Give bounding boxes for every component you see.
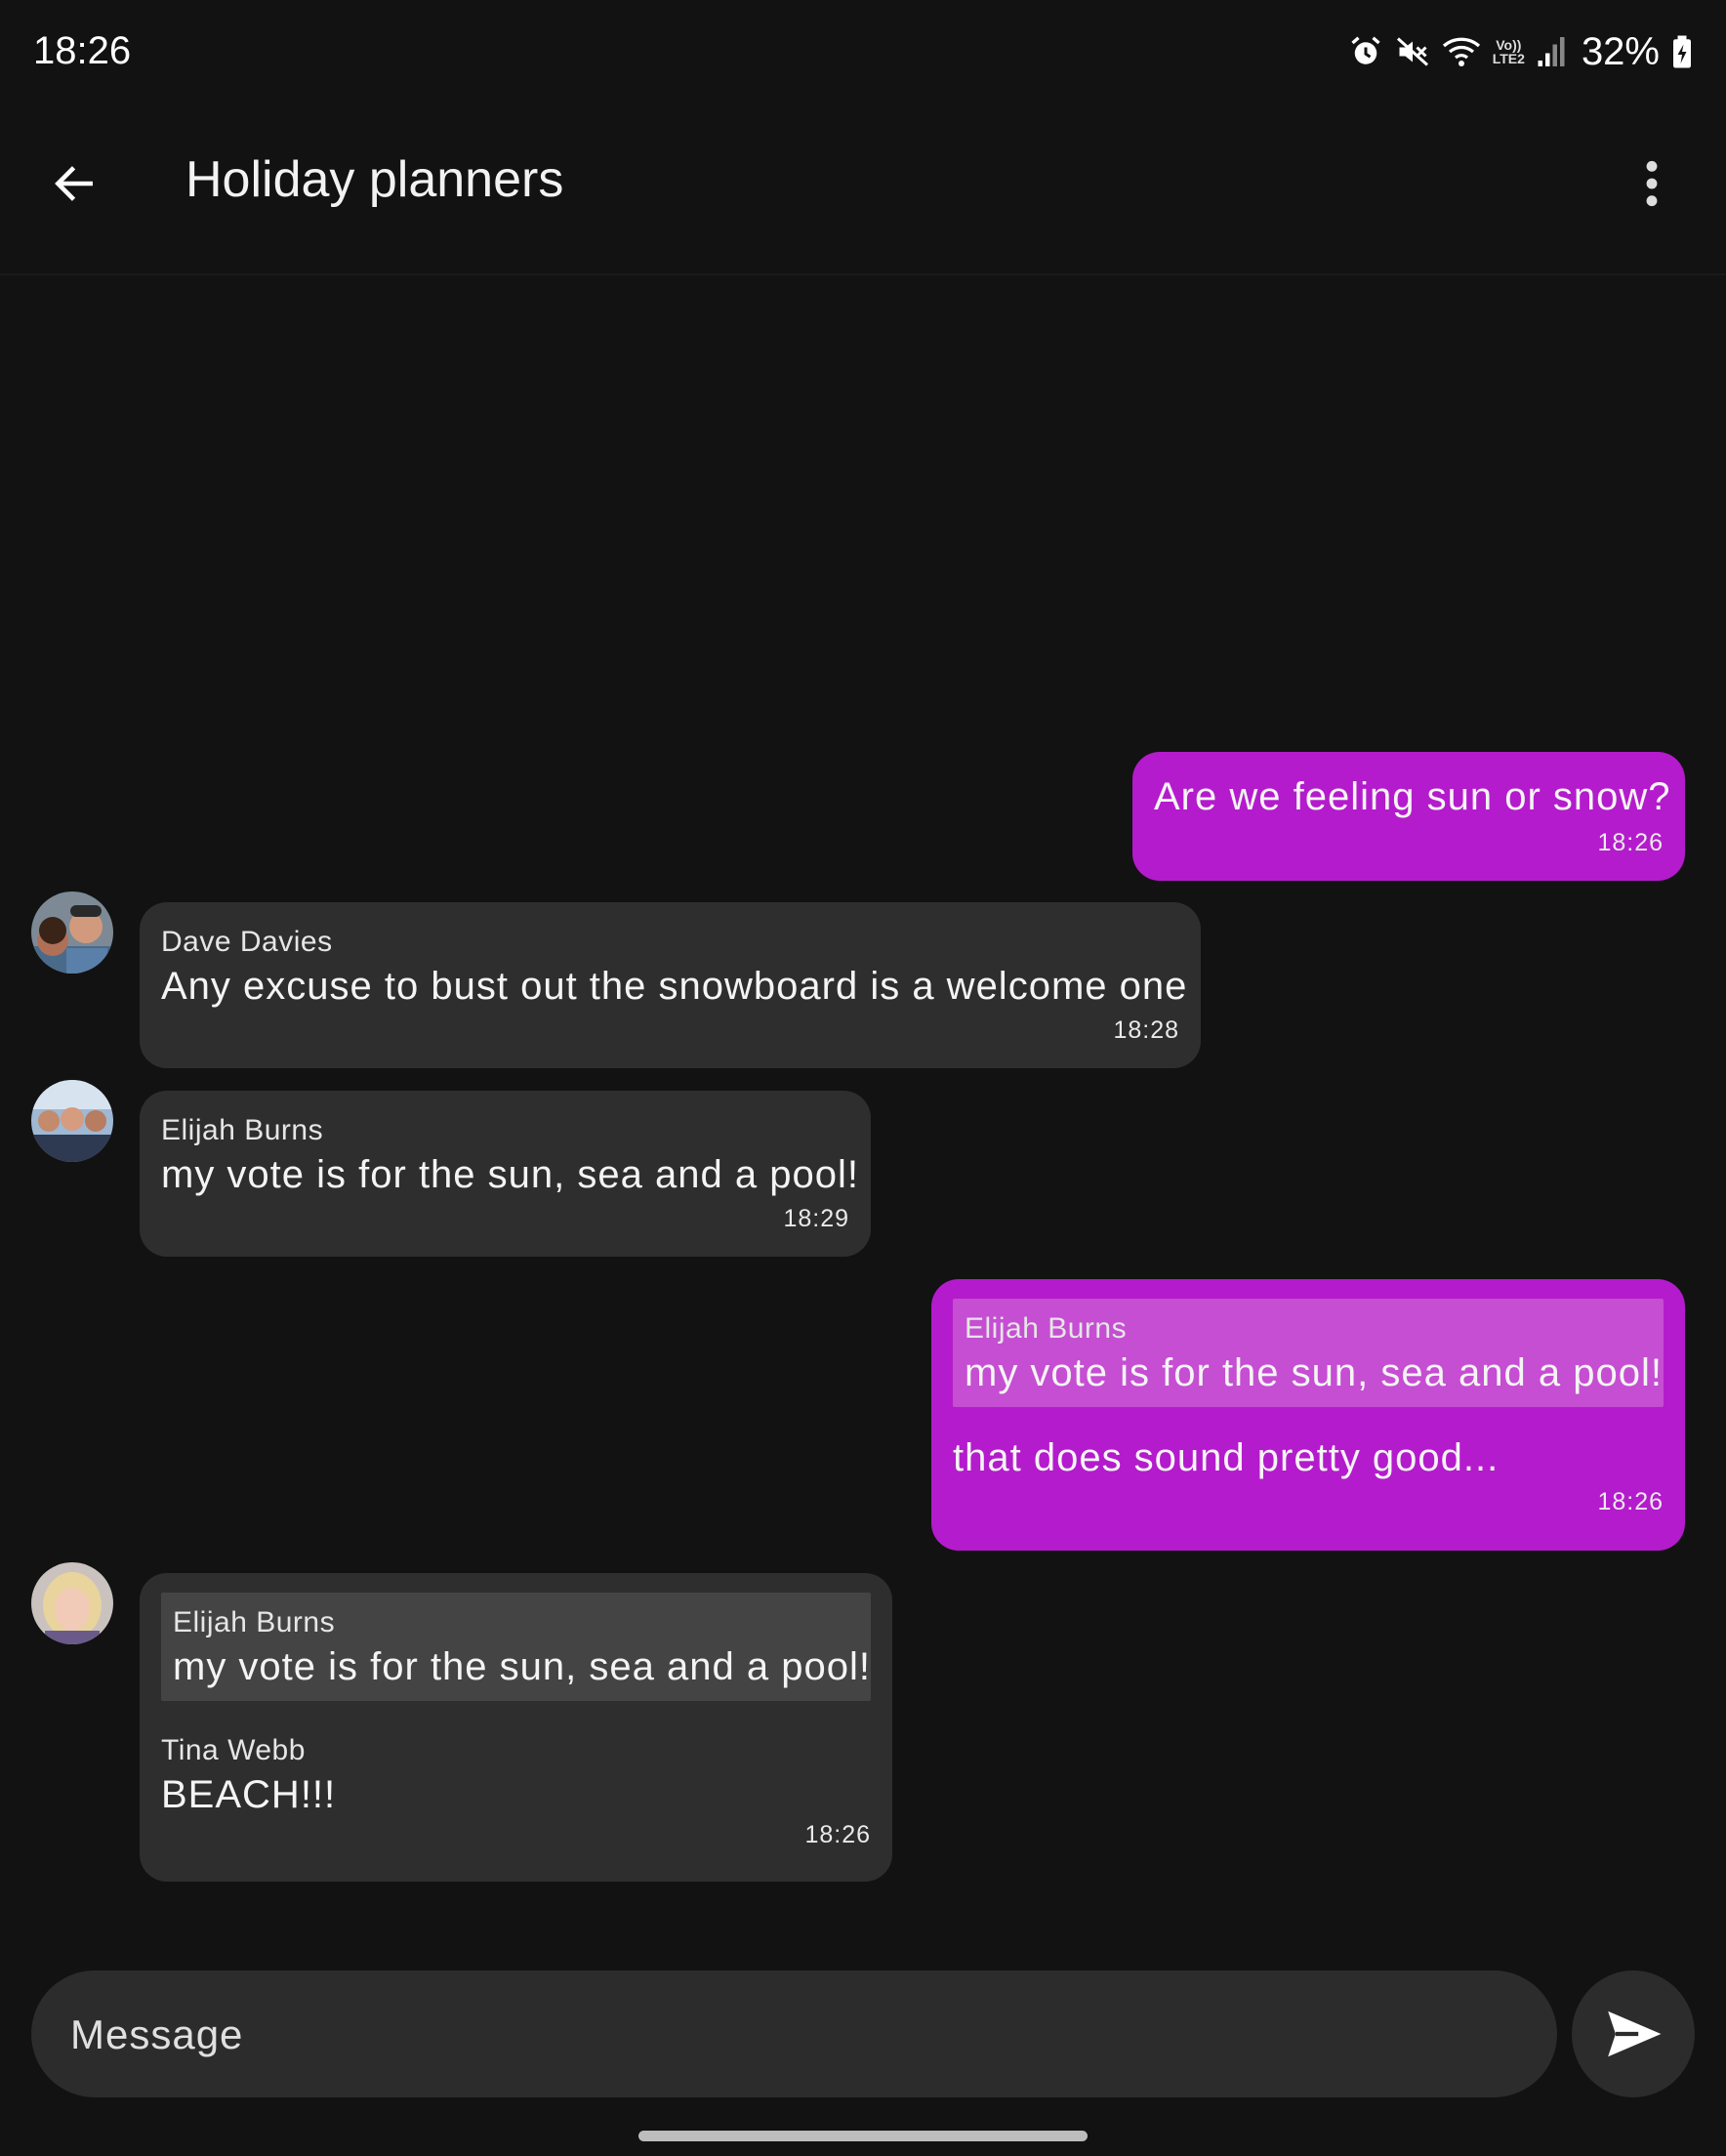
- quoted-sender: Elijah Burns: [965, 1312, 1128, 1345]
- message-text: my vote is for the sun, sea and a pool!: [161, 1153, 859, 1196]
- message-composer: [31, 1970, 1557, 2099]
- signal-icon: [1538, 37, 1565, 66]
- lte-label: LTE2: [1492, 51, 1525, 66]
- message-time: 18:29: [783, 1205, 849, 1232]
- avatar-dave-davies[interactable]: [31, 891, 113, 974]
- message-text: Are we feeling sun or snow?: [1154, 775, 1671, 818]
- avatar-image: [31, 1080, 113, 1162]
- chat-title: Holiday planners: [185, 151, 564, 208]
- wifi-icon: [1442, 37, 1480, 66]
- send-button[interactable]: [1572, 1970, 1695, 2097]
- message-bubble-outgoing[interactable]: Are we feeling sun or snow? 18:26: [1132, 752, 1685, 881]
- message-sender: Tina Webb: [161, 1734, 306, 1766]
- message-time: 18:26: [1597, 1488, 1664, 1515]
- send-icon: [1608, 2011, 1662, 2057]
- status-icons: Vo)) LTE2 32%: [1348, 27, 1693, 76]
- message-time: 18:28: [1113, 1016, 1179, 1044]
- alarm-icon: [1351, 36, 1380, 64]
- message-input[interactable]: [68, 1970, 1517, 2099]
- message-bubble-outgoing-reply[interactable]: Elijah Burns my vote is for the sun, sea…: [931, 1279, 1685, 1551]
- battery-charging-icon: [1673, 35, 1691, 68]
- avatar-image: [31, 1562, 113, 1644]
- quoted-text: my vote is for the sun, sea and a pool!: [965, 1351, 1663, 1394]
- message-sender: Dave Davies: [161, 926, 333, 958]
- avatar-elijah-burns[interactable]: [31, 1080, 113, 1162]
- quoted-text: my vote is for the sun, sea and a pool!: [173, 1645, 871, 1688]
- status-time: 18:26: [33, 29, 132, 72]
- message-bubble-incoming[interactable]: Dave Davies Any excuse to bust out the s…: [140, 902, 1201, 1068]
- message-text: BEACH!!!: [161, 1773, 337, 1816]
- message-time: 18:26: [804, 1821, 871, 1848]
- message-bubble-incoming-reply[interactable]: Elijah Burns my vote is for the sun, sea…: [140, 1573, 892, 1882]
- avatar-image: [31, 891, 113, 974]
- navigation-gesture-handle[interactable]: [638, 2131, 1088, 2141]
- message-bubble-incoming[interactable]: Elijah Burns my vote is for the sun, sea…: [140, 1091, 871, 1257]
- quoted-message[interactable]: Elijah Burns my vote is for the sun, sea…: [161, 1593, 871, 1701]
- quoted-message[interactable]: Elijah Burns my vote is for the sun, sea…: [953, 1299, 1664, 1407]
- volte-label: Vo)): [1496, 37, 1522, 53]
- battery-percent: 32%: [1581, 29, 1660, 73]
- volte-indicator: Vo)) LTE2: [1493, 38, 1525, 65]
- avatar-tina-webb[interactable]: [31, 1562, 113, 1644]
- back-button[interactable]: [39, 148, 109, 219]
- arrow-left-icon: [55, 166, 93, 201]
- more-options-button[interactable]: [1617, 148, 1687, 219]
- app-bar: Holiday planners: [0, 107, 1726, 275]
- message-text: Any excuse to bust out the snowboard is …: [161, 965, 1188, 1008]
- message-text: that does sound pretty good...: [953, 1436, 1500, 1479]
- message-sender: Elijah Burns: [161, 1114, 324, 1146]
- volume-mute-icon: [1396, 37, 1428, 66]
- status-bar: 18:26 Vo)) LTE2 32%: [0, 0, 1726, 107]
- message-time: 18:26: [1597, 829, 1664, 856]
- quoted-sender: Elijah Burns: [173, 1606, 336, 1638]
- more-vert-icon: [1646, 160, 1658, 207]
